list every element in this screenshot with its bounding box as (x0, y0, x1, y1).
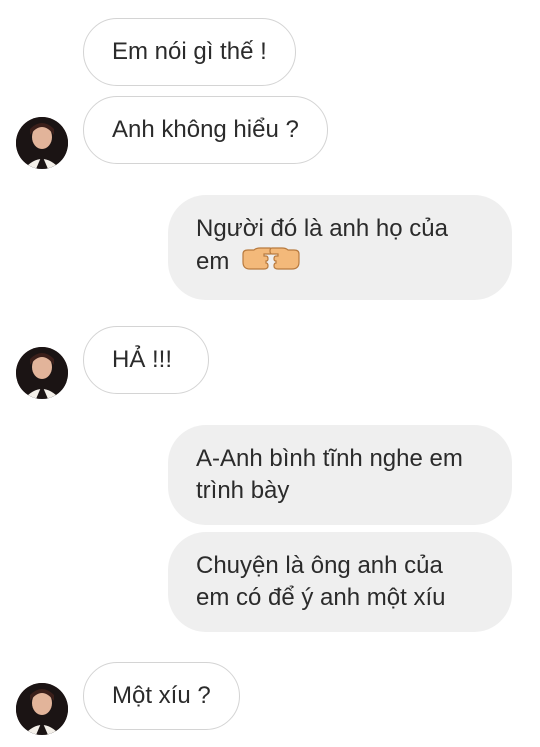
message-text: Một xíu ? (112, 682, 211, 709)
message-text: HẢ !!! (112, 346, 173, 373)
outgoing-message-bubble[interactable]: Chuyện là ông anh của em có để ý anh một… (168, 532, 512, 632)
avatar-image (16, 683, 68, 735)
message-text-line: trình bày (196, 477, 290, 504)
message-text: Anh không hiểu ? (112, 116, 299, 143)
incoming-message-bubble[interactable]: Một xíu ? (83, 662, 240, 730)
outgoing-message-bubble[interactable]: A-Anh bình tĩnh nghe em trình bày (168, 425, 512, 525)
incoming-message-bubble[interactable]: HẢ !!! (83, 326, 210, 394)
avatar-image (16, 117, 68, 169)
contact-avatar[interactable] (16, 117, 68, 169)
message-text-line: A-Anh bình tĩnh nghe em (196, 445, 463, 472)
message-text-line: Người đó là anh họ của (196, 215, 448, 242)
message-text: Em nói gì thế ! (112, 38, 267, 65)
outgoing-message-bubble[interactable]: Người đó là anh họ của em (168, 195, 512, 300)
incoming-message-bubble[interactable]: Anh không hiểu ? (83, 96, 328, 164)
message-text-line: em (196, 248, 230, 275)
pointing-hands-icon (240, 245, 302, 282)
contact-avatar[interactable] (16, 347, 68, 399)
message-text-line: Chuyện là ông anh của (196, 552, 443, 579)
incoming-message-bubble[interactable]: Em nói gì thế ! (83, 18, 296, 86)
message-text-line: em có để ý anh một xíu (196, 584, 446, 611)
contact-avatar[interactable] (16, 683, 68, 735)
avatar-image (16, 347, 68, 399)
